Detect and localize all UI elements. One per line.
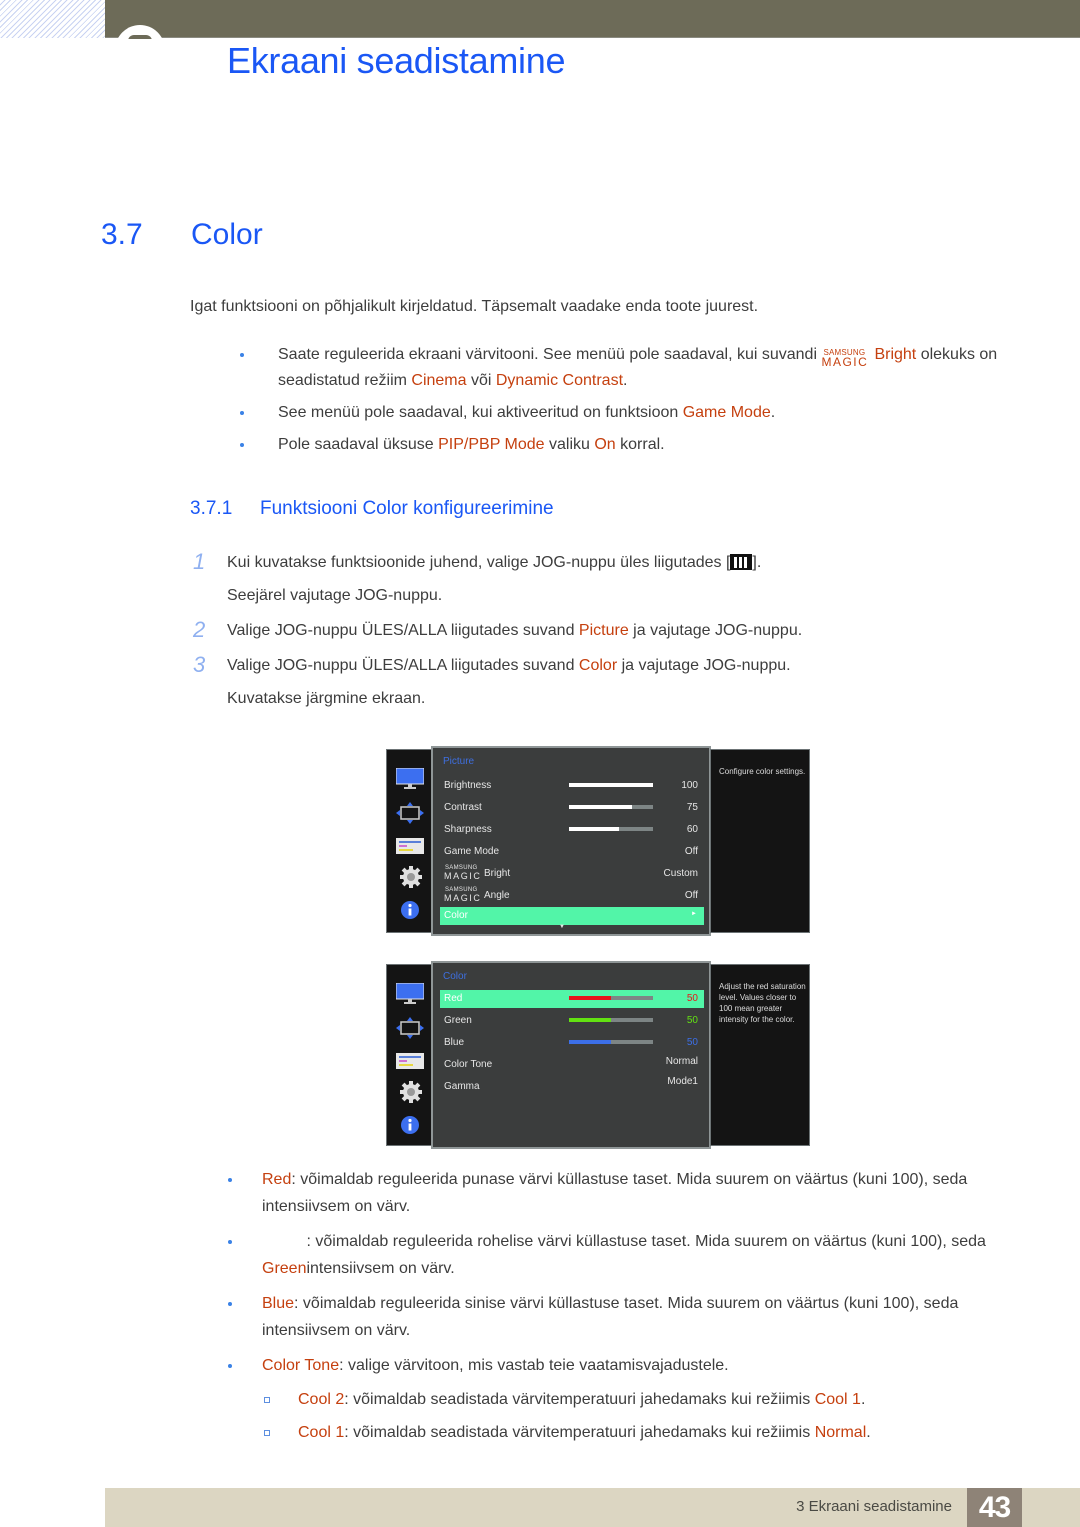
size-position-icon[interactable]: [396, 802, 424, 824]
green-slider[interactable]: [569, 1018, 653, 1022]
sub-bullet-icon: [264, 1430, 270, 1436]
osd-row-game-mode[interactable]: Game Mode Off: [440, 843, 704, 861]
monitor-icon[interactable]: [396, 983, 424, 1005]
bullet-icon: [228, 1178, 232, 1182]
osd-menu-title: Color: [443, 971, 467, 982]
description-item: Red: võimaldab reguleerida punase värvi …: [222, 1166, 1012, 1220]
option-descriptions: Red: võimaldab reguleerida punase värvi …: [222, 1166, 1012, 1453]
osd-picture-menu: Picture Brightness 100 Contrast 75 Sharp…: [386, 746, 811, 936]
section-intro: Igat funktsiooni on põhjalikult kirjelda…: [190, 298, 759, 315]
monitor-icon[interactable]: [396, 768, 424, 790]
osd-row-color-tone[interactable]: Color Tone Normal: [440, 1055, 704, 1073]
step-item: 2 Valige JOG-nuppu ÜLES/ALLA liigutades …: [193, 614, 913, 647]
subsection-heading: 3.7.1 Funktsiooni Color konfigureerimine: [190, 498, 554, 520]
osd-row-magic-bright[interactable]: SAMSUNG MAGIC Bright Custom: [440, 865, 704, 883]
osd-row-color[interactable]: Color ►: [440, 907, 704, 925]
osd-row-brightness[interactable]: Brightness 100: [440, 777, 704, 795]
osd-help-text: Adjust the red saturation level. Values …: [719, 982, 806, 1024]
function-key-guide-icon: [730, 554, 753, 570]
submenu-arrow-icon: ►: [691, 911, 697, 917]
system-gear-icon[interactable]: [400, 1081, 422, 1103]
page-number: 43: [967, 1488, 1022, 1527]
osd-help-panel: Configure color settings.: [710, 749, 810, 933]
system-gear-icon[interactable]: [400, 866, 422, 888]
highlight-term: Game Mode: [682, 404, 771, 421]
blue-slider[interactable]: [569, 1040, 653, 1044]
osd-row-blue[interactable]: Blue 50: [440, 1034, 704, 1052]
option-term: Green: [262, 1260, 307, 1277]
header-hatch-decoration: [0, 0, 105, 38]
info-icon[interactable]: [400, 1115, 420, 1135]
bullet-icon: [228, 1302, 232, 1306]
color-tone-option: Cool 2: võimaldab seadistada värvitemper…: [222, 1387, 1012, 1413]
osd-help-panel: Adjust the red saturation level. Values …: [710, 964, 810, 1146]
pip-pbp-icon[interactable]: [396, 1053, 424, 1069]
step-item: 1 Kui kuvatakse funktsioonide juhend, va…: [193, 546, 913, 612]
red-slider[interactable]: [569, 996, 653, 1000]
chapter-title: Ekraani seadistamine: [227, 40, 566, 81]
step-number: 3: [193, 652, 206, 677]
samsung-magic-logo: SAMSUNG MAGIC: [444, 865, 482, 881]
section-number: 3.7: [101, 218, 143, 251]
option-term: Cool 2: [298, 1391, 345, 1408]
osd-picture-panel: Picture Brightness 100 Contrast 75 Sharp…: [431, 746, 711, 936]
size-position-icon[interactable]: [396, 1017, 424, 1039]
highlight-term: Cinema: [411, 372, 467, 389]
highlight-term: PIP/PBP Mode: [438, 436, 545, 453]
steps-list: 1 Kui kuvatakse funktsioonide juhend, va…: [193, 546, 913, 715]
option-term: Red: [262, 1171, 292, 1188]
option-term: Blue: [262, 1295, 295, 1312]
samsung-magic-logo: SAMSUNG MAGIC: [821, 348, 869, 369]
highlight-term: On: [594, 436, 616, 453]
osd-color-panel: Color Red 50 Green 50 Blue 50 Color Tone…: [431, 961, 711, 1149]
osd-row-gamma[interactable]: Gamma Mode1: [440, 1076, 704, 1095]
subsection-title: Funktsiooni Color konfigureerimine: [260, 498, 554, 519]
color-tone-option: Cool 1: võimaldab seadistada värvitemper…: [222, 1420, 1012, 1446]
bullet-icon: [240, 353, 244, 357]
bullet-icon: [228, 1364, 232, 1368]
option-term: Cool 1: [298, 1424, 345, 1441]
bullet-icon: [240, 443, 244, 447]
notes-list: Saate reguleerida ekraani värvitooni. Se…: [236, 342, 1016, 464]
scroll-down-icon[interactable]: ▼: [559, 924, 565, 930]
highlight-term: Dynamic Contrast: [495, 372, 624, 389]
step-number: 1: [193, 549, 206, 574]
osd-menu-title: Picture: [443, 756, 475, 767]
description-item: Green: võimaldab reguleerida rohelise vä…: [222, 1228, 1012, 1282]
sharpness-slider[interactable]: [569, 827, 653, 831]
page-footer: 3 Ekraani seadistamine: [105, 1488, 1080, 1527]
step-item: 3 Valige JOG-nuppu ÜLES/ALLA liigutades …: [193, 649, 913, 715]
highlight-term: Color: [578, 657, 618, 674]
samsung-magic-logo: SAMSUNG MAGIC: [444, 887, 482, 903]
note-item: See menüü pole saadaval, kui aktiveeritu…: [236, 400, 1016, 426]
note-item: Saate reguleerida ekraani värvitooni. Se…: [236, 342, 1016, 394]
highlight-term: Bright: [874, 346, 917, 363]
osd-row-red[interactable]: Red 50: [440, 990, 704, 1008]
bullet-icon: [240, 411, 244, 415]
osd-row-green[interactable]: Green 50: [440, 1012, 704, 1030]
osd-category-sidebar: [386, 749, 432, 933]
description-item: Color Tone: valige värvitoon, mis vastab…: [222, 1352, 1012, 1379]
osd-row-sharpness[interactable]: Sharpness 60: [440, 821, 704, 839]
pip-pbp-icon[interactable]: [396, 838, 424, 854]
osd-category-sidebar: [386, 964, 432, 1146]
highlight-term: Picture: [578, 622, 629, 639]
section-title: Color: [191, 218, 263, 251]
subsection-number: 3.7.1: [190, 498, 233, 519]
info-icon[interactable]: [400, 900, 420, 920]
bullet-icon: [228, 1240, 232, 1244]
note-item: Pole saadaval üksuse PIP/PBP Mode valiku…: [236, 432, 1016, 458]
footer-chapter: 3 Ekraani seadistamine: [796, 1498, 952, 1515]
header-band: [105, 0, 1080, 38]
option-term: Color Tone: [262, 1357, 340, 1374]
description-item: Blue: võimaldab reguleerida sinise värvi…: [222, 1290, 1012, 1344]
brightness-slider[interactable]: [569, 783, 653, 787]
osd-row-contrast[interactable]: Contrast 75: [440, 799, 704, 817]
osd-row-magic-angle[interactable]: SAMSUNG MAGIC Angle Off: [440, 887, 704, 905]
contrast-slider[interactable]: [569, 805, 653, 809]
osd-help-text: Configure color settings.: [719, 767, 806, 776]
sub-bullet-icon: [264, 1397, 270, 1403]
osd-color-menu: Color Red 50 Green 50 Blue 50 Color Tone…: [386, 961, 811, 1149]
step-number: 2: [193, 617, 206, 642]
